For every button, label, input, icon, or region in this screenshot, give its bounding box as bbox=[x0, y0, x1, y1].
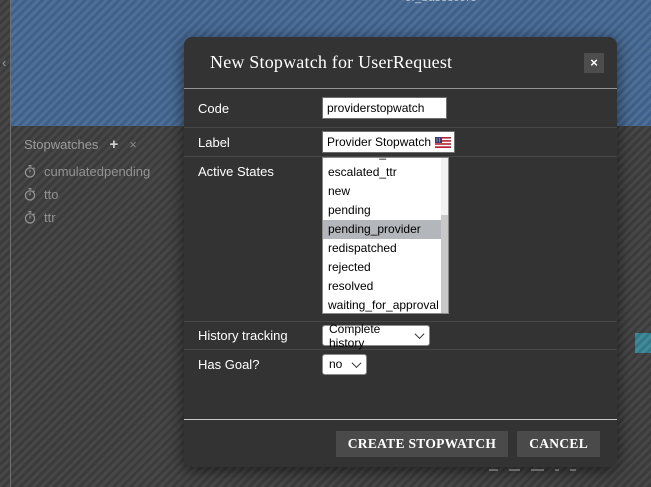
scroll-indicator bbox=[635, 333, 651, 353]
create-stopwatch-button[interactable]: CREATE STOPWATCH bbox=[336, 431, 508, 457]
scrollbar-thumb[interactable] bbox=[441, 215, 448, 313]
sidebar-item-list: cumulatedpending tto ttr bbox=[24, 165, 150, 224]
sidebar-title: Stopwatches bbox=[24, 137, 98, 152]
sidebar-item-tto[interactable]: tto bbox=[24, 188, 150, 201]
dialog-header: New Stopwatch for UserRequest × bbox=[184, 37, 617, 89]
stopwatch-icon bbox=[24, 165, 36, 178]
chevron-down-icon bbox=[415, 329, 425, 339]
dialog-footer: CREATE STOPWATCH CANCEL bbox=[184, 419, 617, 467]
new-stopwatch-dialog: New Stopwatch for UserRequest × Code Lab… bbox=[184, 37, 617, 467]
label-input-value: Provider Stopwatch bbox=[327, 135, 431, 149]
cancel-button[interactable]: CANCEL bbox=[517, 431, 600, 457]
add-stopwatch-icon[interactable]: + bbox=[109, 137, 118, 152]
active-state-option[interactable]: waiting_for_approval bbox=[323, 296, 441, 314]
label-input[interactable]: Provider Stopwatch bbox=[322, 131, 455, 153]
active-states-label: Active States bbox=[198, 157, 322, 179]
history-tracking-select[interactable]: Complete history bbox=[322, 325, 430, 346]
chevron-down-icon bbox=[352, 358, 362, 368]
sidebar-item-label: tto bbox=[44, 187, 58, 202]
active-state-option[interactable]: redispatched bbox=[323, 239, 441, 258]
has-goal-row: Has Goal? no bbox=[184, 350, 617, 378]
app-background: ‹ of_basescore Stopwatches + × cumulated… bbox=[0, 0, 651, 487]
active-state-option[interactable]: resolved bbox=[323, 277, 441, 296]
code-label: Code bbox=[198, 101, 322, 116]
label-label: Label bbox=[198, 135, 322, 150]
dialog-title: New Stopwatch for UserRequest bbox=[210, 52, 584, 73]
clipped-top-text: of_basescore bbox=[405, 0, 477, 4]
us-flag-icon bbox=[435, 137, 451, 148]
sidebar-item-cumulatedpending[interactable]: cumulatedpending bbox=[24, 165, 150, 178]
active-state-option[interactable]: escalated_ttr bbox=[323, 163, 441, 182]
code-input[interactable] bbox=[322, 97, 447, 119]
active-state-option[interactable]: rejected bbox=[323, 258, 441, 277]
active-states-listbox[interactable]: escalated_ttoescalated_ttrnewpendingpend… bbox=[322, 157, 449, 314]
history-tracking-label: History tracking bbox=[198, 328, 322, 343]
history-tracking-value: Complete history bbox=[329, 322, 408, 350]
active-state-option[interactable]: pending_provider bbox=[323, 220, 441, 239]
close-icon[interactable]: × bbox=[584, 53, 604, 73]
stopwatch-icon bbox=[24, 211, 36, 224]
sidebar-item-label: cumulatedpending bbox=[44, 164, 150, 179]
active-states-row: Active States escalated_ttoescalated_ttr… bbox=[184, 157, 617, 322]
sidebar-item-label: ttr bbox=[44, 210, 56, 225]
has-goal-value: no bbox=[329, 357, 342, 371]
code-field-row: Code bbox=[184, 89, 617, 128]
label-field-row: Label Provider Stopwatch bbox=[184, 128, 617, 157]
clipped-underlying-text bbox=[489, 469, 576, 471]
stopwatches-sidebar: Stopwatches + × cumulatedpending tto ttr bbox=[24, 137, 150, 234]
has-goal-select[interactable]: no bbox=[322, 354, 367, 375]
active-state-option[interactable]: new bbox=[323, 182, 441, 201]
collapse-arrow-icon[interactable]: ‹ bbox=[2, 56, 6, 69]
stopwatch-icon bbox=[24, 188, 36, 201]
sidebar-header: Stopwatches + × bbox=[24, 137, 150, 152]
history-tracking-row: History tracking Complete history bbox=[184, 322, 617, 350]
sidebar-item-ttr[interactable]: ttr bbox=[24, 211, 150, 224]
listbox-scrollbar[interactable] bbox=[441, 158, 448, 313]
close-panel-icon[interactable]: × bbox=[129, 138, 137, 151]
active-state-option[interactable]: pending bbox=[323, 201, 441, 220]
panel-divider bbox=[10, 0, 11, 487]
has-goal-label: Has Goal? bbox=[198, 357, 322, 372]
